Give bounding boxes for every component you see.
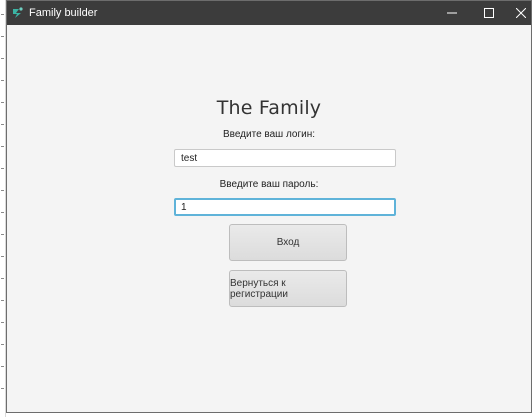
login-button[interactable]: Вход: [229, 224, 347, 261]
close-button[interactable]: [504, 1, 531, 25]
app-icon: [11, 6, 25, 20]
back-to-registration-button[interactable]: Вернуться к регистрации: [229, 270, 347, 307]
maximize-button[interactable]: [472, 1, 506, 25]
window-title: Family builder: [29, 7, 98, 19]
minimize-icon: [447, 8, 457, 18]
close-icon: [516, 8, 526, 18]
login-field[interactable]: [174, 149, 396, 167]
password-field[interactable]: [174, 198, 396, 216]
title-bar[interactable]: Family builder: [7, 1, 531, 25]
login-form: The Family Введите ваш логин: Введите ва…: [7, 25, 531, 412]
login-label: Введите ваш логин:: [222, 129, 316, 140]
maximize-icon: [484, 8, 494, 18]
minimize-button[interactable]: [435, 1, 469, 25]
app-window: Family builder The Family Введите ваш ло…: [6, 0, 532, 413]
page-title: The Family: [216, 97, 322, 119]
password-label: Введите ваш пароль:: [219, 179, 319, 190]
